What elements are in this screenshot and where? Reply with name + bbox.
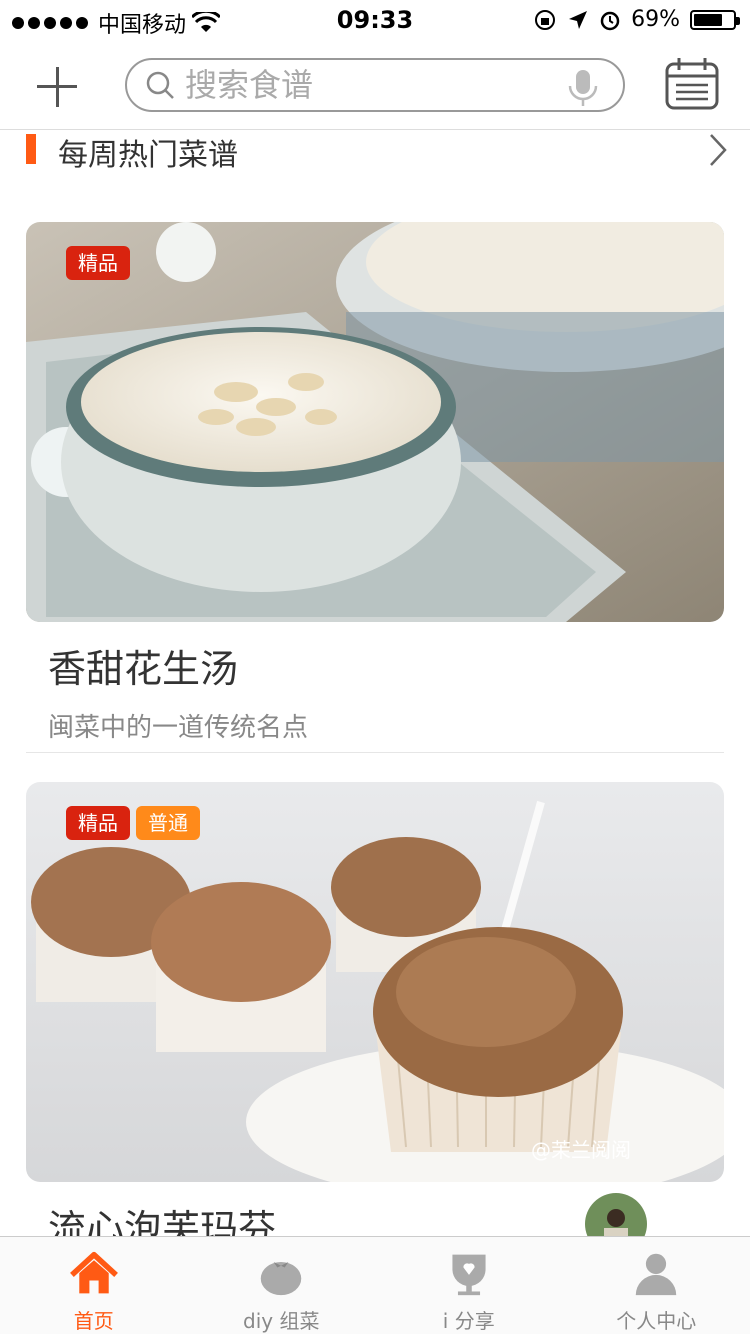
- search-icon: [146, 71, 174, 99]
- battery-icon: [690, 9, 740, 30]
- recipe-image[interactable]: 精品: [26, 222, 724, 622]
- tab-bar: 首页 diy 组菜 i 分享 个人中心: [0, 1236, 750, 1334]
- section-header[interactable]: 每周热门菜谱: [0, 130, 750, 180]
- recipe-card[interactable]: @茉兰阅阅 精品 普通 流心泡芙玛芬: [26, 782, 724, 1255]
- location-icon: [569, 10, 588, 29]
- recipe-desc: 闽菜中的一道传统名点: [48, 713, 309, 743]
- recipe-name[interactable]: 香甜花生汤: [48, 638, 724, 693]
- chevron-right-icon[interactable]: [708, 132, 728, 168]
- search-bar[interactable]: [125, 58, 625, 112]
- tag-group: 精品 普通: [66, 806, 200, 840]
- muffin-photo: @茉兰阅阅: [26, 782, 724, 1182]
- share-cup-icon: [452, 1254, 486, 1296]
- top-nav: [0, 40, 750, 130]
- tag-premium: 精品: [66, 246, 130, 280]
- tab-label: i 分享: [442, 1309, 495, 1333]
- tag-normal: 普通: [136, 806, 200, 840]
- tab-share[interactable]: i 分享: [375, 1237, 563, 1334]
- rotation-lock-icon: [535, 9, 556, 30]
- tab-label: 个人中心: [616, 1309, 697, 1333]
- tab-label: 首页: [73, 1309, 114, 1333]
- status-bar: 中国移动 09:33 69%: [0, 0, 750, 40]
- tab-diy[interactable]: diy 组菜: [188, 1237, 376, 1334]
- alarm-icon: [600, 11, 620, 30]
- home-icon: [69, 1251, 118, 1294]
- microphone-icon[interactable]: [565, 68, 601, 108]
- divider: [26, 752, 724, 753]
- tab-label: diy 组菜: [243, 1309, 320, 1333]
- section-accent-bar: [26, 134, 36, 164]
- person-icon: [636, 1253, 677, 1296]
- recipe-card[interactable]: 精品 香甜花生汤 闽菜中的一道传统名点: [26, 222, 724, 753]
- add-button[interactable]: [32, 62, 82, 112]
- tag-premium: 精品: [66, 806, 130, 840]
- tag-group: 精品: [66, 246, 130, 280]
- tab-profile[interactable]: 个人中心: [563, 1237, 750, 1334]
- search-input[interactable]: [185, 66, 545, 104]
- recipe-image[interactable]: @茉兰阅阅 精品 普通: [26, 782, 724, 1182]
- tab-home[interactable]: 首页: [0, 1237, 188, 1334]
- battery-percent: 69%: [631, 7, 680, 32]
- photo-watermark: @茉兰阅阅: [531, 1138, 631, 1162]
- tomato-icon: [261, 1262, 302, 1296]
- section-title: 每周热门菜谱: [58, 138, 238, 173]
- peanut-soup-photo: [26, 222, 724, 622]
- calendar-icon[interactable]: [664, 56, 720, 112]
